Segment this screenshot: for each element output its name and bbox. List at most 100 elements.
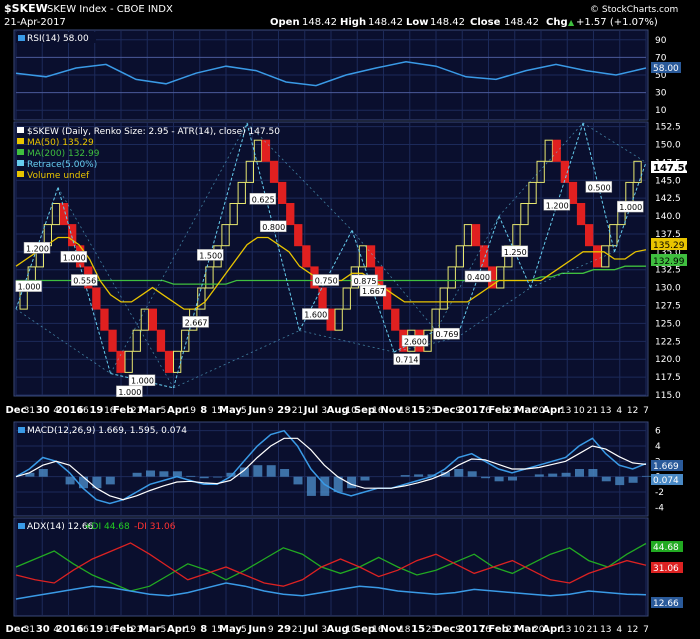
price-panel: 152.5150.0147.5145.0142.5140.0137.5135.0…	[13, 121, 692, 401]
macd-hist-bar	[280, 469, 290, 477]
rsi-tick-label: 90	[655, 36, 667, 46]
retrace-label: 1.000	[118, 388, 141, 397]
high-label: High	[340, 17, 366, 28]
x-tick-label: 5	[241, 406, 247, 416]
x-tick-label: 13	[560, 406, 571, 416]
retrace-label: 1.000	[619, 203, 642, 212]
macd-hist-bar	[38, 469, 48, 477]
renko-brick-down	[302, 245, 311, 268]
macd-hist-bar	[146, 470, 155, 477]
rsi-tick-label: 10	[655, 106, 667, 116]
x-tick-label: Dec	[434, 405, 455, 416]
legend-entry: Volume undef	[27, 171, 90, 181]
macd-hist-bar	[159, 471, 169, 477]
low-value: 148.42	[430, 17, 465, 28]
x-tick-label: 4	[616, 406, 622, 416]
chg-value: +1.57 (+1.07%)	[576, 17, 658, 28]
legend-entry: MA(50) 135.29	[27, 138, 94, 148]
renko-brick-down	[100, 308, 109, 331]
macd-hist-bar	[494, 476, 504, 482]
price-tick-label: 117.5	[655, 373, 681, 383]
macd-hist-bar	[213, 476, 223, 478]
macd-hist-bar	[414, 474, 424, 477]
minus-di-value: 31.06	[653, 564, 679, 574]
x-tick-label: Mar	[139, 624, 161, 635]
macd-tick-label: -2	[655, 488, 664, 498]
retrace-label: 1.500	[199, 251, 222, 260]
chg-arrow-icon: ▲	[568, 18, 575, 27]
rsi-last-value: 58.00	[653, 64, 679, 74]
ma50-value: 135.29	[653, 241, 685, 251]
legend-swatch	[17, 149, 24, 155]
macd-hist-bar	[293, 476, 303, 485]
x-tick-label: 13	[600, 625, 611, 635]
plus-di-value: 44.68	[653, 543, 679, 553]
price-tick-label: 115.0	[655, 391, 681, 401]
macd-hist-bar	[454, 469, 464, 477]
price-tick-label: 122.5	[655, 337, 681, 347]
x-tick-label: Mar	[139, 405, 161, 416]
close-value: 148.42	[504, 17, 539, 28]
x-tick-label: Dec	[434, 624, 455, 635]
renko-brick-down	[568, 181, 578, 204]
x-tick-label: Jul	[303, 405, 318, 416]
renko-brick-down	[269, 160, 279, 183]
x-tick-label: 29	[277, 624, 291, 635]
x-tick-label: 21	[587, 625, 598, 635]
x-tick-label: 21	[292, 625, 303, 635]
macd-hist-bar	[508, 476, 517, 481]
x-tick-label: 4	[616, 625, 622, 635]
adx-legend-swatch	[18, 523, 25, 529]
x-tick-label: 31	[24, 406, 35, 416]
x-axis-bottom: Dec31 30 4201616 19 16Feb21Mar 5 Apr19 8 15May 5 J…	[5, 624, 648, 635]
x-tick-label: 21	[292, 406, 303, 416]
x-tick-label: Jun	[247, 405, 266, 416]
x-tick-label: 5	[241, 625, 247, 635]
x-tick-label: Jul	[303, 624, 318, 635]
x-tick-label: 12	[627, 625, 638, 635]
renko-brick-down	[92, 287, 101, 310]
renko-brick-down	[108, 329, 117, 352]
renko-brick-down	[479, 245, 489, 268]
renko-brick-down	[552, 139, 561, 162]
renko-brick-down	[286, 203, 295, 226]
x-tick-label: May	[219, 624, 242, 635]
legend-entry: MA(200) 132.99	[27, 149, 100, 159]
copyright: © StockCharts.com	[590, 5, 678, 15]
retrace-label: 2.667	[185, 318, 208, 327]
legend-swatch	[17, 138, 24, 144]
retrace-label: 1.600	[304, 311, 327, 320]
legend-swatch	[17, 127, 24, 133]
macd-hist-bar	[642, 475, 651, 477]
macd-tick-label: 4	[655, 442, 661, 452]
retrace-label: 0.556	[73, 277, 96, 286]
x-tick-label: 16	[77, 406, 89, 416]
retrace-label: 0.875	[354, 277, 377, 286]
retrace-label: 1.667	[362, 287, 385, 296]
price-tick-label: 130.0	[655, 284, 681, 294]
retrace-label: 1.000	[131, 377, 154, 386]
x-tick-label: 10	[573, 625, 585, 635]
retrace-label: 0.625	[252, 195, 275, 204]
renko-brick-down	[164, 350, 174, 373]
x-tick-label: Jun	[247, 624, 266, 635]
x-tick-label: 21	[587, 406, 598, 416]
macd-panel: 6420-2-4 MACD(12,26,9) 1.669, 1.595, 0.0…	[13, 421, 683, 517]
chart-date: 21-Apr-2017	[4, 17, 66, 28]
macd-hist-bar	[481, 476, 491, 479]
x-tick-label: 13	[560, 625, 571, 635]
price-tick-label: 142.5	[655, 194, 681, 204]
renko-brick-down	[156, 329, 166, 352]
open-value: 148.42	[302, 17, 337, 28]
macd-hist-bar	[628, 476, 638, 483]
rsi-tick-label: 30	[655, 89, 667, 99]
price-tick-label: 145.0	[655, 176, 681, 186]
macd-hist-bar	[306, 476, 316, 496]
x-tick-label: 18	[399, 406, 411, 416]
legend-swatch	[17, 160, 24, 166]
macd-hist-bar	[534, 474, 544, 477]
macd-hist-bar	[467, 471, 477, 477]
macd-hist-bar	[199, 476, 209, 479]
macd-hist-bar	[588, 469, 598, 477]
rsi-panel: 9070503010 RSI(14) 58.00 58.00	[13, 29, 681, 121]
